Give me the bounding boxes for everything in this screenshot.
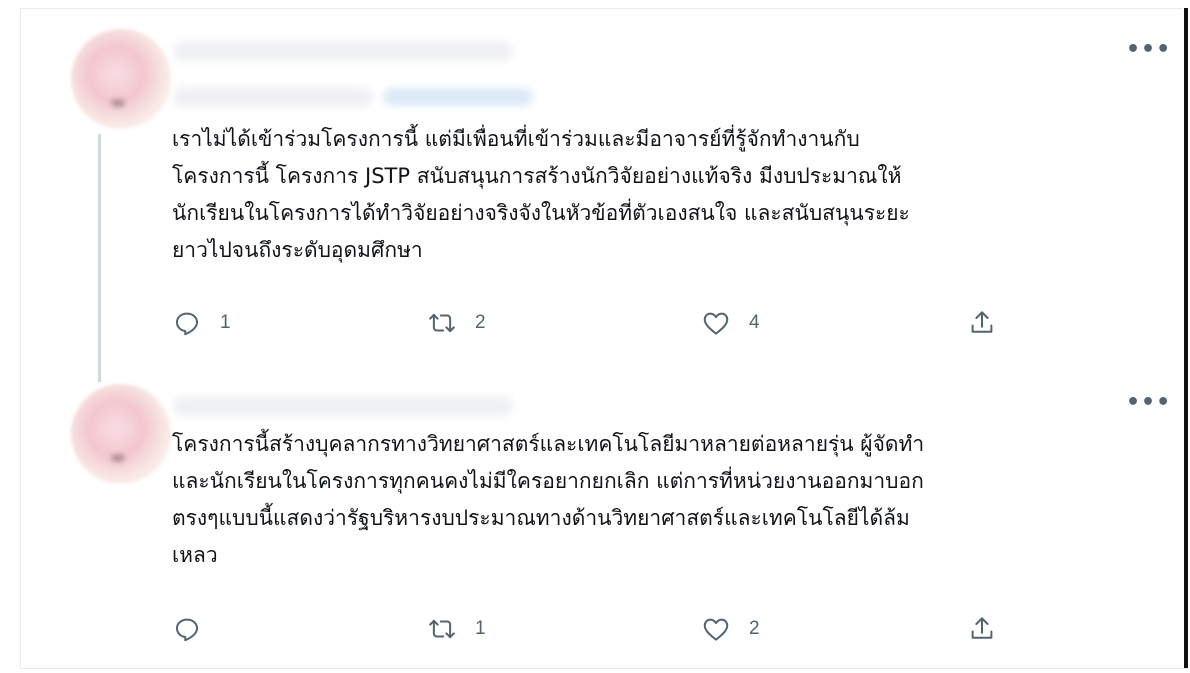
retweet-icon [429, 313, 455, 333]
share-icon [971, 617, 993, 639]
reply-context-redacted [173, 87, 373, 107]
retweet-count: 2 [475, 312, 486, 333]
reply-icon [176, 312, 198, 336]
tweet[interactable]: ••• โครงการนี้สร้างบุคลากรทางวิทยาศาสตร์… [21, 372, 1183, 668]
share-button[interactable] [967, 306, 997, 340]
tweet-actions: 1 2 4 [172, 306, 1032, 340]
reply-button[interactable] [172, 612, 220, 646]
more-options-icon[interactable]: ••• [1126, 392, 1171, 414]
like-count: 4 [749, 312, 760, 333]
frame-right-border [1184, 8, 1188, 668]
like-count: 2 [749, 618, 760, 639]
share-icon [971, 311, 993, 333]
like-button[interactable]: 4 [701, 306, 760, 340]
reply-icon [176, 618, 198, 642]
reply-count: 1 [220, 312, 231, 333]
avatar-detail [111, 99, 125, 107]
retweet-icon [429, 619, 455, 639]
avatar[interactable] [71, 29, 171, 129]
thread-line [98, 134, 101, 382]
mention-link-redacted[interactable] [383, 88, 533, 106]
retweet-count: 1 [475, 618, 486, 639]
reply-button[interactable]: 1 [172, 306, 231, 340]
heart-icon [703, 312, 729, 335]
author-name-redacted[interactable] [173, 396, 513, 416]
tweet-actions: 1 2 [172, 612, 1032, 646]
more-options-icon[interactable]: ••• [1126, 39, 1171, 61]
tweet-text: โครงการนี้สร้างบุคลากรทางวิทยาศาสตร์และเ… [172, 432, 925, 567]
tweet-text: เราไม่ได้เข้าร่วมโครงการนี้ แต่มีเพื่อนท… [172, 127, 910, 262]
frame-bottom-border [20, 668, 1188, 669]
author-name-redacted[interactable] [173, 41, 513, 61]
like-button[interactable]: 2 [701, 612, 760, 646]
heart-icon [703, 618, 729, 641]
avatar-detail [111, 454, 125, 462]
retweet-button[interactable]: 2 [427, 306, 486, 340]
share-button[interactable] [967, 612, 997, 646]
avatar[interactable] [71, 384, 171, 484]
tweet[interactable]: ••• เราไม่ได้เข้าร่วมโครงการนี้ แต่มีเพื… [21, 9, 1183, 382]
retweet-button[interactable]: 1 [427, 612, 486, 646]
